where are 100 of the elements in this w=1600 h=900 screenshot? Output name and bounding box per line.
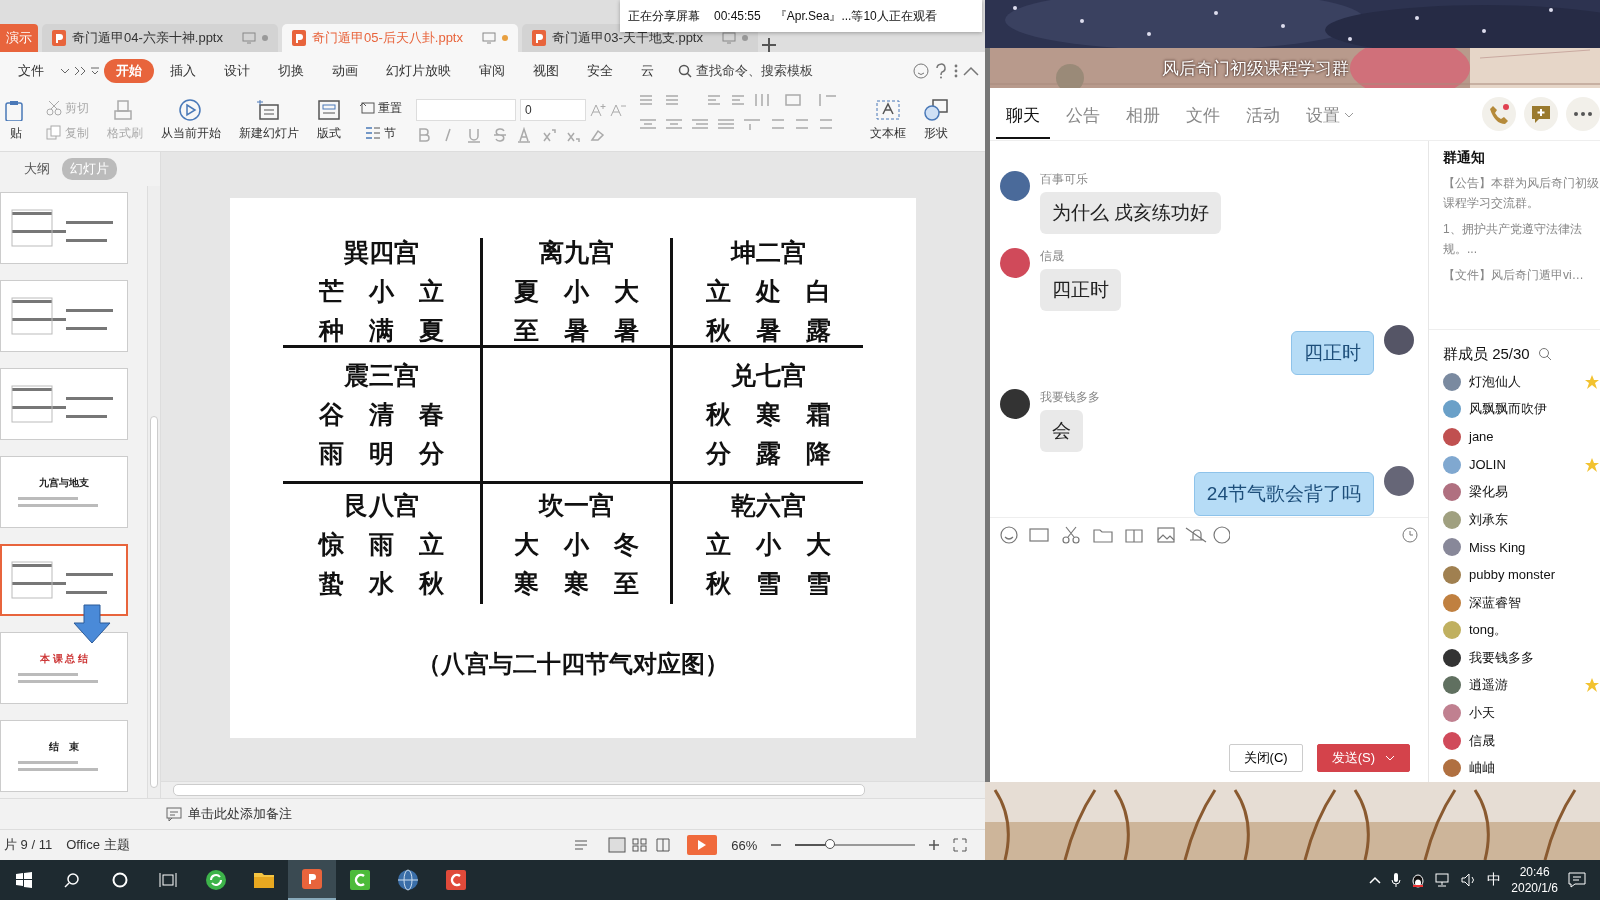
menu-tab[interactable]: 切换 — [266, 58, 316, 83]
more-button[interactable] — [1566, 97, 1600, 131]
member-row[interactable]: tong。 — [1443, 616, 1600, 644]
ribbon-button[interactable]: 形状 — [920, 89, 952, 152]
document-icon — [292, 29, 306, 46]
slide-thumbnail[interactable]: 本 课 总 结 — [0, 632, 128, 705]
chat-add-button[interactable] — [1524, 97, 1558, 131]
member-row[interactable]: 灯泡仙人 — [1443, 368, 1600, 396]
help-icon[interactable] — [933, 62, 949, 79]
member-row[interactable]: JOLIN — [1443, 450, 1600, 479]
chat-tab[interactable]: 相册 — [1116, 89, 1170, 139]
slide-thumbnail[interactable] — [0, 368, 128, 441]
ribbon-button[interactable]: 从当前开始 — [157, 89, 225, 152]
member-row[interactable]: Miss King — [1443, 533, 1600, 562]
member-row[interactable]: 梁化易 — [1443, 478, 1600, 506]
ribbon-button[interactable]: 重置 — [355, 99, 406, 117]
member-row[interactable]: 逍遥游 — [1443, 671, 1600, 700]
member-row[interactable]: 岫岫 — [1443, 754, 1600, 782]
solar-terms: 大 小 冬 — [514, 528, 639, 561]
more-icon[interactable] — [953, 62, 959, 79]
slide[interactable]: 巽四宫 芒 小 立 种 满 夏 离九宫 夏 小 大 至 暑 暑 坤二宫 立 处 白 秋 暑 露 震三宫 谷 清 春 雨 明 分 兑七宫 秋 寒 霜 分 露 降 艮八宫 惊 雨 立 蛰 水 秋 坎一宫 大 小 冬 寒 寒 至 乾六宫 立 小 大 秋 雪 雪 （八宫与二十四节气对应图） — [230, 198, 916, 739]
member-row[interactable]: 深蓝睿智 — [1443, 588, 1600, 617]
chat-toolbar-icons[interactable] — [1000, 526, 1230, 544]
avatar — [1443, 565, 1461, 584]
microphone-icon[interactable] — [1391, 872, 1402, 888]
menu-tab[interactable]: 审阅 — [467, 58, 517, 83]
slide-thumbnail[interactable] — [0, 192, 128, 265]
message-bubble: 四正时 — [1040, 269, 1121, 311]
sender-name[interactable]: 百事可乐 — [1040, 171, 1088, 188]
ribbon-button[interactable]: 新建幻灯片 — [235, 89, 303, 152]
chevron-up-icon[interactable] — [1369, 876, 1382, 884]
notice-text[interactable]: 【文件】风后奇门遁甲vi… — [1443, 265, 1600, 285]
font-name-field[interactable] — [416, 98, 516, 121]
menu-tab[interactable]: 云 — [629, 58, 666, 83]
pane-tab[interactable]: 大纲 — [16, 158, 58, 181]
input-method[interactable]: 中 — [1487, 871, 1502, 889]
slide-thumbnail[interactable]: 结 束 — [0, 720, 128, 793]
ribbon-button[interactable]: 节 — [355, 124, 406, 142]
slide-thumbnail[interactable] — [0, 280, 128, 353]
slide-thumbnail[interactable] — [0, 544, 128, 617]
notification-icon[interactable] — [1568, 872, 1586, 888]
member-row[interactable]: jane — [1443, 423, 1600, 451]
avatar[interactable] — [1384, 466, 1414, 496]
slider-thumb[interactable] — [825, 839, 836, 850]
call-button[interactable] — [1482, 97, 1516, 131]
zoom-level[interactable]: 66% — [731, 837, 758, 853]
smiley-icon[interactable] — [913, 62, 929, 79]
menu-tab[interactable]: 安全 — [575, 58, 625, 83]
menu-tab[interactable]: 幻灯片放映 — [374, 58, 463, 83]
menu-tab[interactable]: 插入 — [158, 58, 208, 83]
menu-tab[interactable]: 动画 — [320, 58, 370, 83]
member-row[interactable]: 信晟 — [1443, 726, 1600, 755]
chat-tab[interactable]: 公告 — [1056, 89, 1110, 139]
menu-tab[interactable]: 文件 — [6, 58, 56, 83]
penguin-icon[interactable] — [1411, 872, 1426, 888]
copy-icon — [46, 125, 62, 142]
collapse-icon[interactable] — [963, 65, 979, 76]
search-icon[interactable] — [1537, 347, 1552, 361]
chat-tab[interactable]: 活动 — [1236, 89, 1290, 139]
notes-placeholder[interactable]: 单击此处添加备注 — [188, 805, 292, 824]
ribbon-button[interactable]: 版式 — [313, 89, 345, 152]
search-field[interactable]: 查找命令、搜索模板 — [678, 61, 813, 80]
member-row[interactable]: 风飘飘而吹伊 — [1443, 395, 1600, 424]
chat-tab[interactable]: 设置 — [1296, 89, 1364, 139]
dropdown-icon[interactable] — [90, 66, 100, 75]
clock[interactable]: 20:46 2020/1/6 — [1511, 864, 1558, 896]
notice-text[interactable]: 1、拥护共产党遵守法律法规。... — [1443, 219, 1600, 259]
slideshow-button[interactable] — [687, 835, 718, 856]
taskbar-app[interactable] — [288, 860, 336, 900]
caret-icon[interactable] — [60, 66, 70, 75]
plus-icon[interactable] — [762, 37, 776, 52]
avatar[interactable] — [1000, 389, 1030, 419]
close-button[interactable]: 关闭(C) — [1228, 744, 1303, 772]
sender-name[interactable]: 信晟 — [1040, 248, 1064, 265]
chat-tab[interactable]: 文件 — [1176, 89, 1230, 139]
chat-tab[interactable]: 聊天 — [996, 89, 1050, 139]
ribbon-button[interactable]: 贴 — [0, 89, 32, 152]
scrollbar[interactable] — [161, 781, 985, 799]
avatar[interactable] — [1384, 325, 1414, 355]
double-chevron-icon[interactable] — [74, 65, 86, 76]
document-tab[interactable]: 奇门遁甲04-六亲十神.pptx — [42, 23, 278, 52]
member-row[interactable]: 我要钱多多 — [1443, 643, 1600, 672]
font-size-field[interactable]: 0 — [520, 98, 586, 121]
member-row[interactable]: 刘承东 — [1443, 505, 1600, 534]
sender-name[interactable]: 我要钱多多 — [1040, 389, 1100, 406]
member-row[interactable]: 小天 — [1443, 699, 1600, 727]
solar-terms: 芒 小 立 — [319, 276, 444, 309]
network-icon[interactable] — [1435, 873, 1452, 887]
avatar[interactable] — [1000, 171, 1030, 201]
scrollbar[interactable] — [147, 186, 160, 799]
notes-icon — [166, 807, 182, 822]
slide-thumbnail[interactable]: 九宫与地支 — [0, 456, 128, 529]
menu-tab[interactable]: 设计 — [212, 58, 262, 83]
notice-text[interactable]: 【公告】本群为风后奇门初级课程学习交流群。 — [1443, 173, 1600, 213]
member-row[interactable]: pubby monster — [1443, 561, 1600, 589]
clock-icon[interactable] — [1402, 527, 1418, 543]
menu-tab[interactable]: 视图 — [521, 58, 571, 83]
plus-icon[interactable] — [929, 840, 940, 851]
send-button[interactable]: 发送(S) — [1316, 744, 1410, 772]
ribbon-button[interactable]: 文本框 — [866, 89, 910, 152]
